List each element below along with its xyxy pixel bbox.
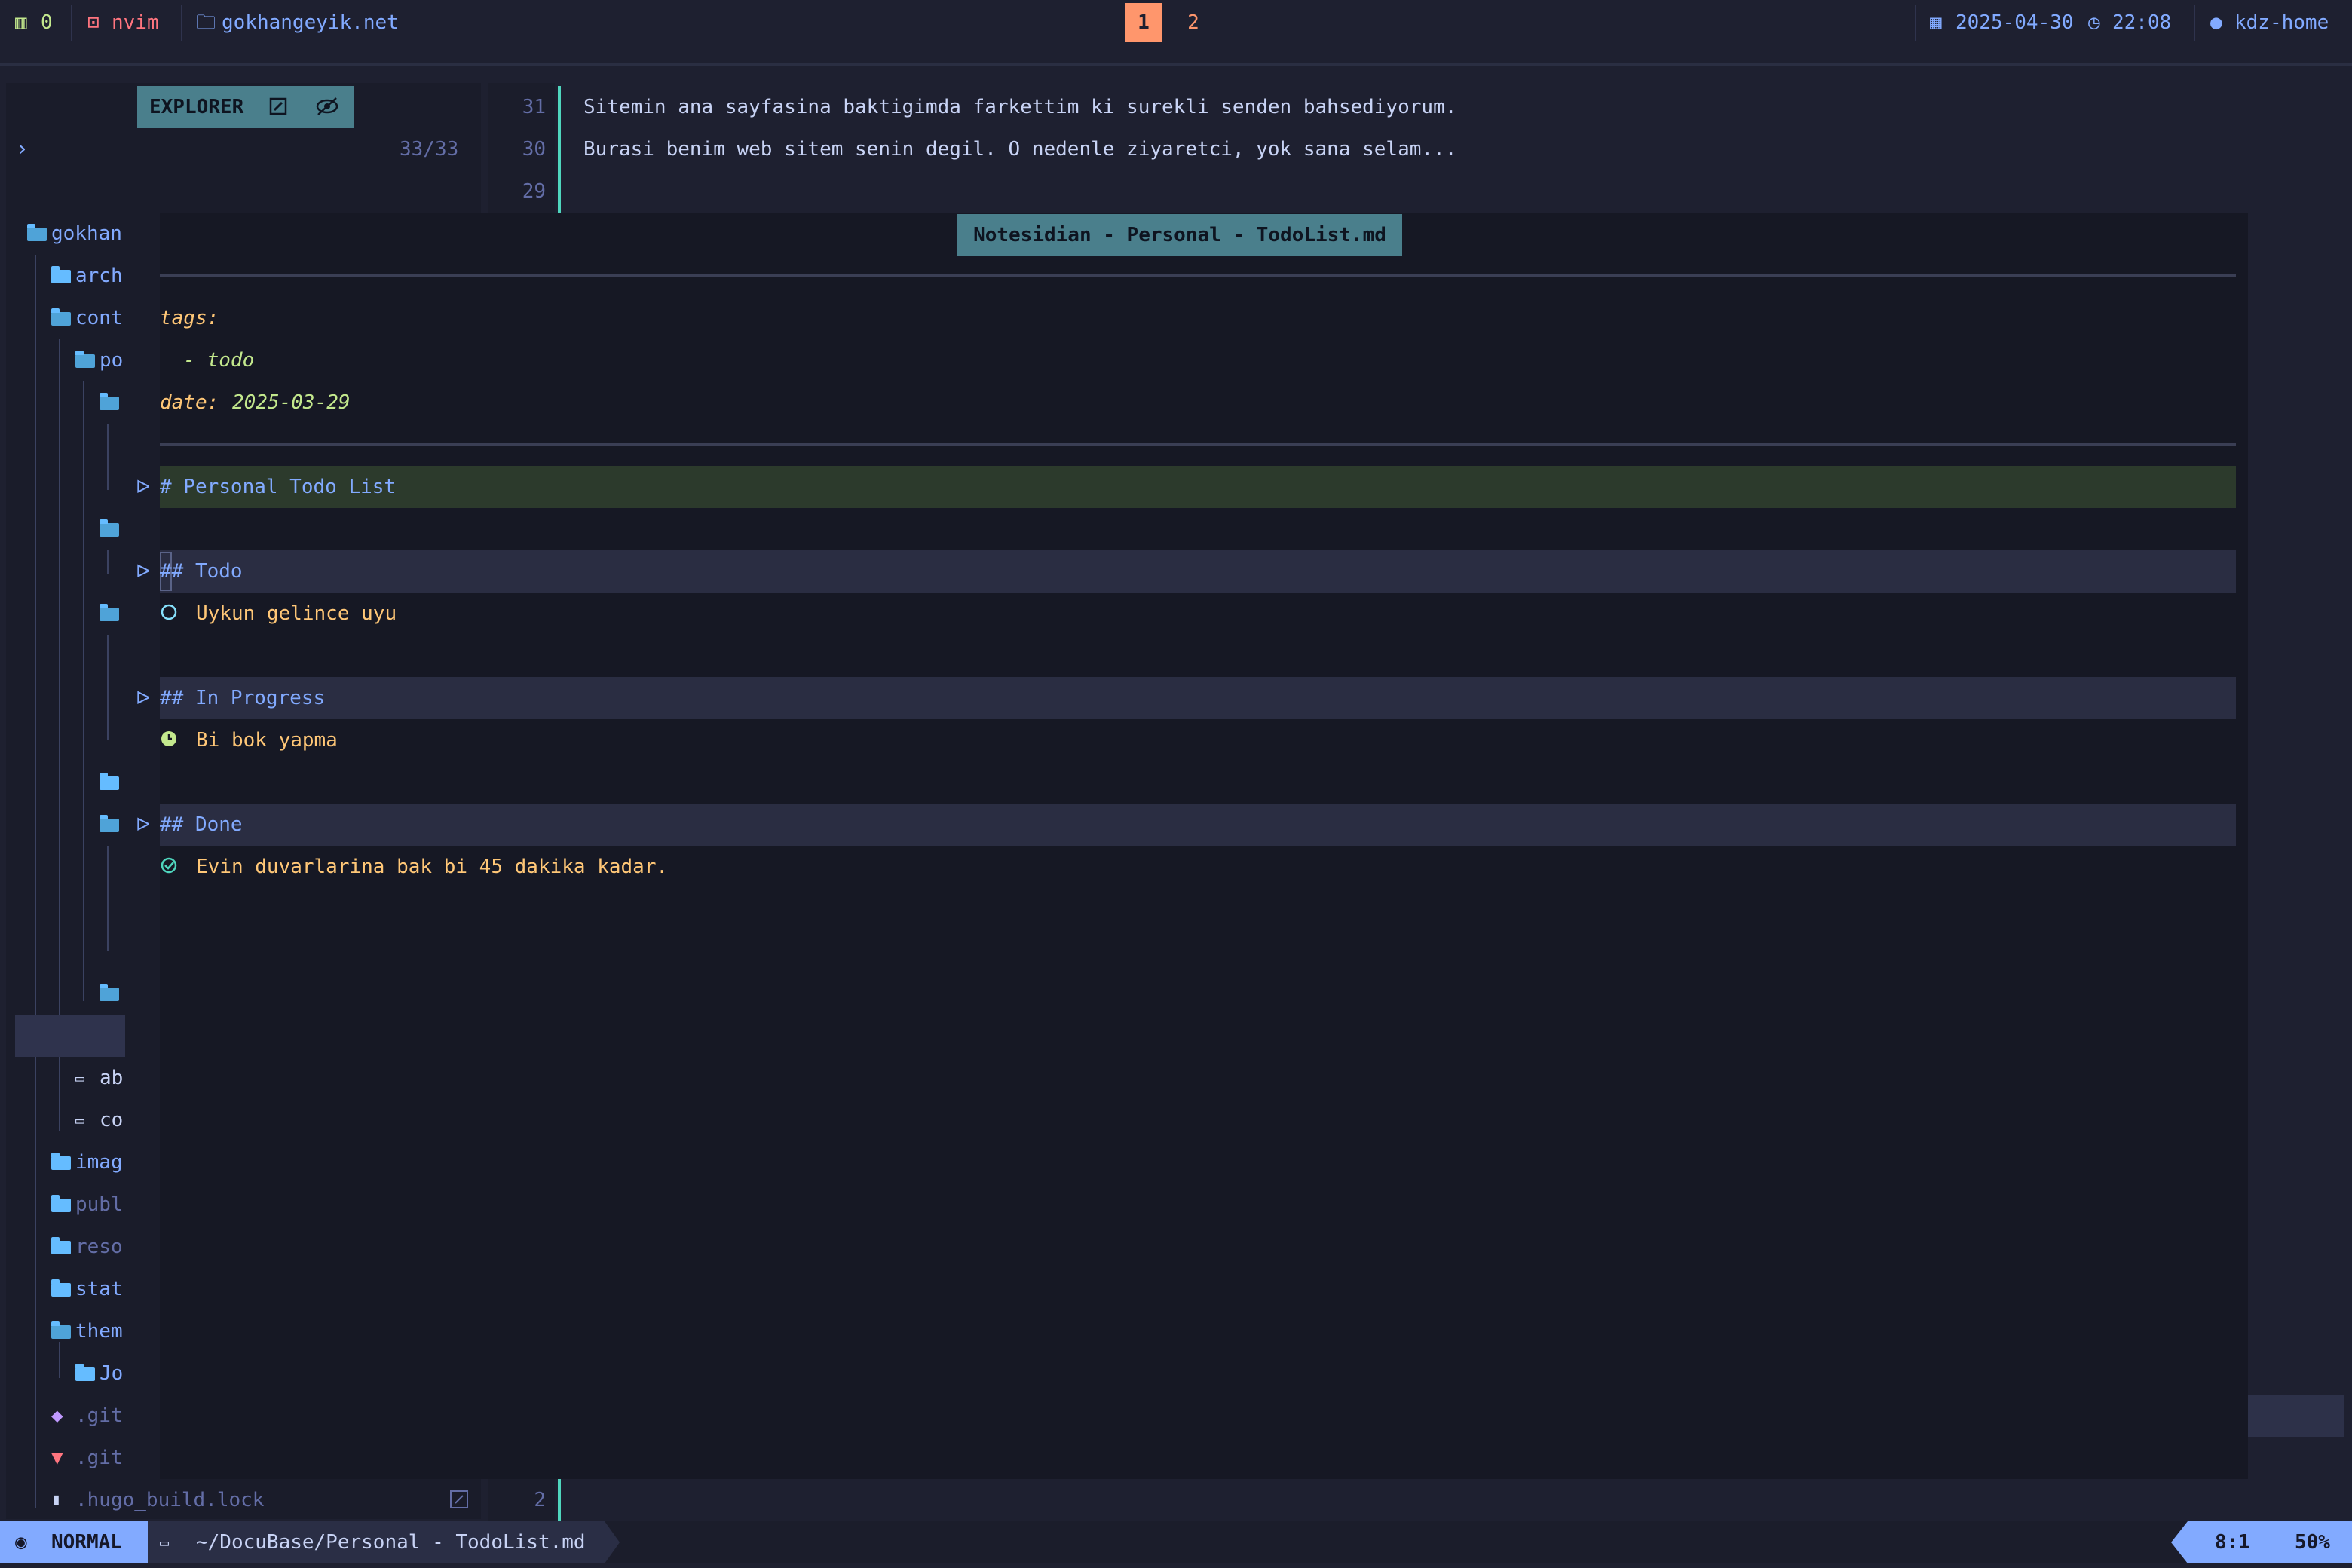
heading-done: ## Done bbox=[160, 813, 243, 836]
host-icon: ● bbox=[2210, 11, 2222, 34]
explorer-header: EXPLORER bbox=[137, 86, 354, 128]
tree-guide bbox=[35, 255, 36, 1508]
explorer-count: 33/33 bbox=[400, 138, 459, 161]
tree-guide bbox=[59, 339, 60, 1131]
time: 22:08 bbox=[2112, 11, 2172, 34]
heading-1: # Personal Todo List bbox=[160, 476, 397, 498]
cursor-position: 8:1 bbox=[2215, 1531, 2250, 1554]
folder-icon bbox=[100, 773, 119, 790]
folder-icon: 🗀 bbox=[196, 11, 216, 34]
frontmatter-date-value: 2025-03-29 bbox=[232, 391, 351, 414]
editor-pane-bottom[interactable] bbox=[488, 1479, 2352, 1521]
frontmatter-divider bbox=[160, 443, 2236, 446]
markdown-icon: ▭ bbox=[160, 1533, 170, 1551]
hostname: kdz-home bbox=[2234, 11, 2329, 34]
git-change-bar bbox=[558, 1479, 561, 1521]
in-progress-clock-icon[interactable] bbox=[160, 730, 178, 748]
tree-guide bbox=[107, 635, 109, 740]
frontmatter-key-tags: tags: bbox=[160, 307, 219, 329]
gitlab-icon: ▼ bbox=[51, 1447, 63, 1469]
file-path: ~/DocuBase/Personal - TodoList.md bbox=[196, 1531, 586, 1554]
mode-indicator: ◉ NORMAL bbox=[0, 1521, 166, 1563]
hidden-files-icon[interactable] bbox=[315, 96, 339, 116]
scrollbar-thumb[interactable] bbox=[2248, 1395, 2344, 1437]
frontmatter-tag: - todo bbox=[160, 349, 255, 372]
top-divider bbox=[0, 63, 2352, 66]
top-bar: ▥ 0 ⊡ nvim 🗀 gokhangeyik.net 1 2 ▦ 2025-… bbox=[0, 0, 2352, 45]
git-change-bar bbox=[558, 86, 561, 213]
code-line: Burasi benim web sitem senin degil. O ne… bbox=[583, 138, 1457, 161]
folder-open-icon bbox=[100, 519, 119, 537]
h1-highlight bbox=[160, 466, 2236, 508]
file-icon: ▮ bbox=[51, 1490, 62, 1509]
date: 2025-04-30 bbox=[1955, 11, 2074, 34]
status-bar: ◉ NORMAL ▭ ~/DocuBase/Personal - TodoLis… bbox=[0, 1521, 2352, 1563]
tree-guide bbox=[59, 1342, 60, 1378]
position-segment: 8:1 50% bbox=[2171, 1521, 2352, 1563]
markdown-icon: ▭ bbox=[75, 1069, 85, 1087]
project-folder[interactable]: gokhangeyik.net bbox=[222, 0, 399, 45]
edit-icon[interactable] bbox=[268, 96, 288, 116]
explorer-title: EXPLORER bbox=[149, 96, 244, 118]
workspace-count: 0 bbox=[41, 11, 53, 34]
chevron-right-icon[interactable]: › bbox=[15, 128, 29, 170]
todo-item: Uykun gelince uyu bbox=[196, 602, 397, 625]
float-title: Notesidian - Personal - TodoList.md bbox=[957, 214, 1402, 256]
folder-icon bbox=[51, 1195, 71, 1212]
fold-icon[interactable]: ᐅ bbox=[136, 466, 149, 508]
folder-icon bbox=[51, 1153, 71, 1170]
calendar-icon: ▦ bbox=[1930, 11, 1942, 34]
app-name[interactable]: nvim bbox=[112, 0, 159, 45]
file-segment[interactable]: ▭ ~/DocuBase/Personal - TodoList.md bbox=[148, 1521, 620, 1563]
tab-2[interactable]: 2 bbox=[1174, 3, 1212, 42]
fold-icon[interactable]: ᐅ bbox=[136, 550, 149, 593]
h2-highlight bbox=[160, 677, 2236, 719]
h2-highlight bbox=[160, 804, 2236, 846]
folder-open-icon bbox=[51, 1321, 71, 1339]
terminal-icon: ⊡ bbox=[87, 11, 100, 34]
folder-open-icon bbox=[75, 351, 95, 368]
fold-icon[interactable]: ᐅ bbox=[136, 804, 149, 846]
line-number: 31 bbox=[522, 96, 546, 118]
tree-cursor-line bbox=[15, 1015, 125, 1057]
code-line: Sitemin ana sayfasina baktigimda farkett… bbox=[583, 96, 1457, 118]
folder-open-icon bbox=[27, 224, 47, 241]
line-number: 30 bbox=[522, 138, 546, 161]
markdown-icon: ▭ bbox=[75, 1111, 85, 1129]
git-icon: ◆ bbox=[51, 1404, 63, 1427]
tree-guide bbox=[107, 550, 109, 574]
folder-icon bbox=[51, 1237, 71, 1254]
folder-open-icon bbox=[100, 984, 119, 1001]
heading-in-progress: ## In Progress bbox=[160, 687, 326, 709]
scroll-percent: 50% bbox=[2295, 1531, 2330, 1554]
line-number: 29 bbox=[522, 180, 546, 203]
frontmatter-key-date: date: bbox=[160, 391, 219, 414]
tree-guide bbox=[107, 846, 109, 951]
tree-guide bbox=[107, 424, 109, 490]
frontmatter-divider bbox=[160, 274, 2236, 277]
folder-icon bbox=[51, 1279, 71, 1297]
tree-guide bbox=[83, 381, 84, 1001]
clock-icon: ◷ bbox=[2088, 11, 2100, 34]
modified-icon bbox=[450, 1490, 468, 1508]
fold-icon[interactable]: ᐅ bbox=[136, 677, 149, 719]
todo-circle-icon[interactable] bbox=[160, 603, 178, 621]
mode-icon: ◉ bbox=[15, 1531, 27, 1554]
folder-open-icon bbox=[100, 393, 119, 410]
folder-open-icon bbox=[51, 308, 71, 326]
done-item: Evin duvarlarina bak bi 45 dakika kadar. bbox=[196, 856, 669, 878]
heading-todo: ## Todo bbox=[160, 560, 243, 583]
line-number: 2 bbox=[534, 1489, 546, 1511]
folder-icon bbox=[75, 1364, 95, 1381]
workspace-icon: ▥ bbox=[15, 11, 27, 34]
h2-highlight bbox=[160, 550, 2236, 593]
done-check-icon[interactable] bbox=[160, 856, 178, 874]
mode-label: NORMAL bbox=[51, 1531, 122, 1554]
in-progress-item: Bi bok yapma bbox=[196, 729, 338, 752]
folder-open-icon bbox=[100, 815, 119, 832]
folder-icon bbox=[51, 266, 71, 283]
tab-1[interactable]: 1 bbox=[1125, 3, 1162, 42]
folder-open-icon bbox=[100, 604, 119, 621]
